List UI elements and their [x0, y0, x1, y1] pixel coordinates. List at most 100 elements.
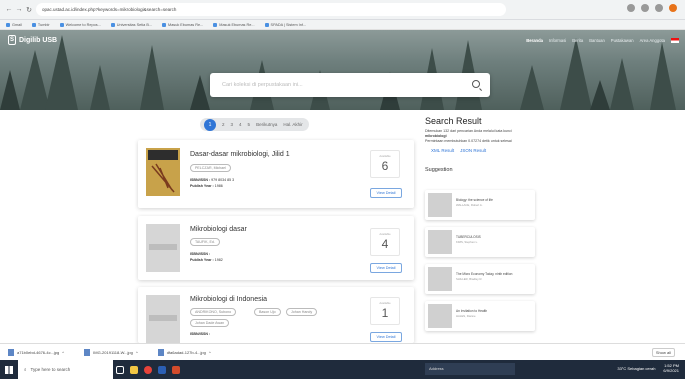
url-text: opac.ustad.ac.id/index.php?keywords=mikr… — [42, 7, 177, 12]
system-tray: 33°C Sebagian cerah 1:52 PM 6/9/2021 — [617, 363, 679, 373]
nav-home[interactable]: Beranda — [526, 38, 543, 43]
forward-icon[interactable]: → — [14, 6, 24, 13]
book-cover-placeholder — [146, 295, 180, 343]
bookmark[interactable]: Welcome to Repos... — [59, 22, 101, 27]
search-icon: ⌕ — [24, 367, 27, 372]
page-3[interactable]: 3 — [231, 122, 234, 127]
search-icon[interactable] — [472, 80, 480, 88]
file-explorer-icon[interactable] — [127, 360, 141, 379]
search-result-panel: Search Result Ditemukan 132 dari pencari… — [425, 116, 575, 173]
author-pill[interactable]: Johan Handy — [286, 308, 318, 316]
book-cover-placeholder — [146, 224, 180, 272]
author-pill[interactable]: PELCZAR, Michael — [190, 164, 231, 172]
weather-status[interactable]: 33°C Sebagian cerah — [617, 366, 655, 371]
download-item[interactable]: a71b0ebd-4676-4c...jpg ^ — [8, 348, 64, 356]
bookmark-icon — [59, 22, 64, 27]
puzzle-icon[interactable] — [655, 4, 663, 12]
bookmark[interactable]: Tumblr — [31, 22, 50, 27]
page-1[interactable]: 1 — [204, 118, 216, 131]
result-card: Dasar-dasar mikrobiologi, Jilid 1 PELCZA… — [138, 140, 414, 208]
star-icon[interactable] — [641, 4, 649, 12]
windows-taskbar: ⌕ Type here to search Address 33°C Sebagi… — [0, 360, 685, 379]
bookmark[interactable]: Universitas Setia B... — [110, 22, 152, 27]
download-item[interactable]: IMG-20191118-W...jpg ^ — [84, 348, 138, 356]
chrome-icon[interactable] — [141, 360, 155, 379]
page-2[interactable]: 2 — [222, 122, 225, 127]
nav-info[interactable]: Informasi — [549, 38, 566, 43]
result-title[interactable]: Dasar-dasar mikrobiologi, Jilid 1 — [190, 151, 290, 158]
nav-librarian[interactable]: Pustakawan — [611, 38, 634, 43]
suggestion-item[interactable]: The Micro Economy Today, ninth edition SH… — [425, 264, 535, 294]
taskbar-search[interactable]: ⌕ Type here to search — [18, 360, 113, 379]
suggestion-item[interactable]: TUBERCULOSIS KIMS, Stephen L. — [425, 227, 535, 257]
extension-icon[interactable] — [627, 4, 635, 12]
availability-box: Available 6 — [370, 150, 400, 178]
back-icon[interactable]: ← — [4, 6, 14, 13]
logo-icon: S — [8, 35, 16, 45]
hero-banner: S Digilib USB Beranda Informasi Berita Ba… — [0, 30, 685, 110]
task-view-icon[interactable] — [113, 360, 127, 379]
last-page-link[interactable]: Hal. Akhir — [283, 122, 302, 127]
nav-help[interactable]: Bantuan — [589, 38, 605, 43]
view-detail-button[interactable]: View Detail — [370, 263, 402, 273]
author-pill[interactable]: TAUFIK, Ed. — [190, 238, 220, 246]
view-detail-button[interactable]: View Detail — [370, 332, 402, 342]
start-button[interactable] — [0, 360, 18, 379]
profile-icon[interactable] — [669, 4, 677, 12]
result-title[interactable]: Mikrobiologi di Indonesia — [190, 296, 267, 303]
bookmark[interactable]: Masuk Ebumas Re... — [162, 22, 203, 27]
nav-news[interactable]: Berita — [572, 38, 583, 43]
download-bar: a71b0ebd-4676-4c...jpg ^ IMG-20191118-W.… — [0, 343, 685, 360]
bookmark-icon — [6, 22, 10, 27]
show-all-button[interactable]: Show all — [651, 348, 675, 357]
result-title[interactable]: Mikrobiologi dasar — [190, 226, 247, 233]
nav-member-area[interactable]: Area Anggota — [640, 38, 665, 43]
result-meta: ISBN/ISSN : 979 8034 85 3 Publish Year : … — [190, 178, 235, 188]
bookmark-icon — [264, 22, 269, 27]
xml-result-link[interactable]: XML Result — [431, 148, 454, 153]
site-logo[interactable]: S Digilib USB — [8, 35, 57, 45]
author-pill[interactable]: Johan Dade Awan — [190, 319, 230, 327]
pagination: 1 2 3 4 5 Berikutnya Hal. Akhir — [200, 118, 309, 131]
view-detail-button[interactable]: View Detail — [370, 188, 402, 198]
suggestion-item[interactable]: Biology: the science of life WALLACE, Rob… — [425, 190, 535, 220]
book-cover-placeholder — [428, 267, 452, 291]
download-item[interactable]: dfa6adad-127b-4...jpg ^ — [157, 348, 211, 356]
word-icon[interactable] — [155, 360, 169, 379]
main-nav: Beranda Informasi Berita Bantuan Pustaka… — [526, 38, 679, 43]
search-result-title: Search Result — [425, 116, 482, 126]
bookmark[interactable]: Masuk Ebumas Re... — [213, 22, 255, 27]
image-file-icon — [157, 348, 164, 356]
author-pill[interactable]: ANDRIKONO, Subono — [190, 308, 237, 316]
availability-box: Available 4 — [370, 228, 400, 256]
windows-icon — [5, 365, 13, 374]
search-input[interactable]: Cari koleksi di perpustakaan ini... — [210, 73, 490, 97]
address-bar[interactable]: opac.ustad.ac.id/index.php?keywords=mikr… — [36, 3, 506, 16]
book-cover-placeholder — [428, 193, 452, 217]
result-summary: Ditemukan 132 dari pencarian Anda melalu… — [425, 129, 512, 143]
bookmark-icon — [110, 22, 115, 27]
result-meta: ISBN/ISSN : — [190, 332, 211, 336]
bookmark[interactable]: Gmail — [6, 22, 22, 27]
next-page-link[interactable]: Berikutnya — [256, 122, 277, 127]
app-icon[interactable] — [169, 360, 183, 379]
result-card: Mikrobiologi dasar TAUFIK, Ed. ISBN/ISSN… — [138, 216, 414, 280]
bookmark-icon — [213, 22, 218, 27]
bookmark[interactable]: SPADA | Sistem Inf... — [264, 22, 306, 27]
result-card: Mikrobiologi di Indonesia ANDRIKONO, Sub… — [138, 287, 414, 343]
bookmark-icon — [162, 22, 167, 27]
book-cover-placeholder — [428, 230, 452, 254]
bookmarks-bar: Gmail Tumblr Welcome to Repos... Univers… — [0, 20, 685, 30]
page-4[interactable]: 4 — [239, 122, 242, 127]
reload-icon[interactable]: ↻ — [24, 6, 34, 14]
language-flag-icon[interactable] — [671, 38, 679, 43]
suggestion-item[interactable]: An Invitation to Health HALES, Dianne — [425, 301, 535, 331]
clock[interactable]: 1:52 PM 6/9/2021 — [663, 363, 679, 373]
availability-box: Available 1 — [370, 297, 400, 325]
address-toolbar[interactable]: Address — [425, 363, 515, 375]
page-5[interactable]: 5 — [248, 122, 251, 127]
json-result-link[interactable]: JSON Result — [460, 148, 486, 153]
browser-toolbar: ← → ↻ opac.ustad.ac.id/index.php?keyword… — [0, 0, 685, 20]
author-pill[interactable]: Bason Ujo — [254, 308, 281, 316]
image-file-icon — [8, 348, 14, 356]
